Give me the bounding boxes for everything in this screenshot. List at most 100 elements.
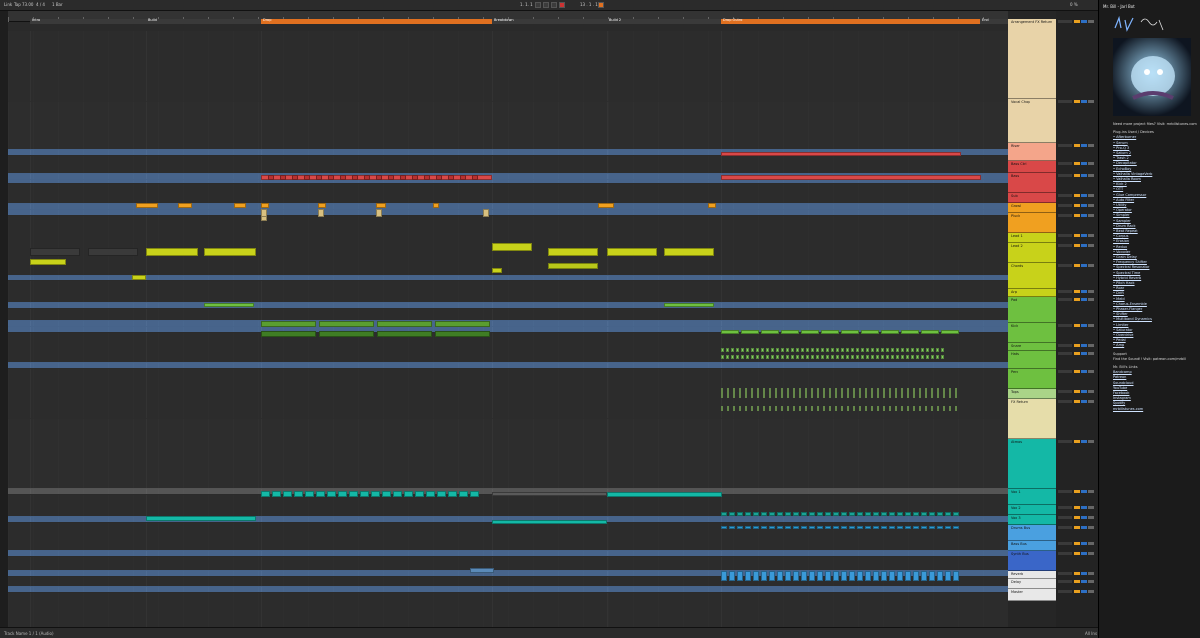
drumbus-clip[interactable] <box>857 526 863 529</box>
plugin-link[interactable]: • Serum <box>1113 141 1128 145</box>
track-lane[interactable] <box>8 101 1008 150</box>
solo-button[interactable] <box>1081 144 1087 147</box>
track-header[interactable]: Sub <box>1008 193 1056 203</box>
perc-clip[interactable] <box>937 406 939 411</box>
activator-button[interactable] <box>1074 390 1080 393</box>
arrangement-view[interactable] <box>8 31 1008 627</box>
vox-clip[interactable] <box>825 512 831 516</box>
kick-clip[interactable] <box>861 330 879 334</box>
plugin-link[interactable]: • Pitch Hack <box>1113 281 1135 285</box>
activator-button[interactable] <box>1074 264 1080 267</box>
plugin-link[interactable]: • Amp <box>1113 343 1124 347</box>
track-lane[interactable] <box>8 592 1008 627</box>
arm-button[interactable] <box>1088 590 1094 593</box>
plugin-link[interactable]: • Pedal <box>1113 338 1126 342</box>
track-header[interactable]: Reverb <box>1008 571 1056 579</box>
hat-clip[interactable] <box>836 355 839 359</box>
plugin-link[interactable]: • Afterburner <box>1113 135 1136 139</box>
perc-clip[interactable] <box>733 406 735 411</box>
perc-clip[interactable] <box>865 406 867 411</box>
kick-clip[interactable] <box>881 330 899 334</box>
activator-button[interactable] <box>1074 298 1080 301</box>
hat-clip[interactable] <box>866 355 869 359</box>
synthbus-clip[interactable] <box>721 571 727 581</box>
social-link[interactable]: Patreon <box>1113 375 1126 379</box>
track-header[interactable]: Hats <box>1008 351 1056 369</box>
activator-button[interactable] <box>1074 572 1080 575</box>
hat-clip[interactable] <box>931 355 934 359</box>
volume-field[interactable] <box>1058 324 1072 327</box>
kick-clip[interactable] <box>781 330 799 334</box>
drumbus-clip[interactable] <box>873 526 879 529</box>
kick-clip[interactable] <box>435 321 490 327</box>
hat-clip[interactable] <box>876 355 879 359</box>
snare-clip[interactable] <box>377 331 432 337</box>
track-lane[interactable] <box>8 183 1008 204</box>
hat-clip[interactable] <box>791 355 794 359</box>
activator-button[interactable] <box>1074 244 1080 247</box>
bass-note-clip[interactable] <box>472 175 478 180</box>
perc-clip[interactable] <box>799 406 801 411</box>
hat-clip[interactable] <box>756 348 759 352</box>
pad-clip[interactable] <box>204 303 254 307</box>
track-lane[interactable] <box>8 280 1008 303</box>
plugin-link[interactable]: • Decapitator <box>1113 161 1137 165</box>
synthbus-clip[interactable] <box>841 571 847 581</box>
arm-button[interactable] <box>1088 20 1094 23</box>
solo-button[interactable] <box>1081 352 1087 355</box>
arm-button[interactable] <box>1088 290 1094 293</box>
plugin-link[interactable]: • Meld <box>1113 297 1125 301</box>
solo-button[interactable] <box>1081 162 1087 165</box>
perc-clip[interactable] <box>781 388 783 398</box>
track-header[interactable]: Snare <box>1008 343 1056 351</box>
track-header[interactable]: Synth Bus <box>1008 551 1056 571</box>
hat-clip[interactable] <box>871 355 874 359</box>
plugin-link[interactable]: • Beat Repeat <box>1113 229 1138 233</box>
perc-clip[interactable] <box>721 388 723 398</box>
pluck-clip[interactable] <box>376 209 382 217</box>
track-header[interactable]: Pluck <box>1008 213 1056 233</box>
volume-field[interactable] <box>1058 204 1072 207</box>
follow-icon[interactable] <box>535 2 541 8</box>
volume-field[interactable] <box>1058 590 1072 593</box>
activator-button[interactable] <box>1074 552 1080 555</box>
activator-button[interactable] <box>1074 234 1080 237</box>
synthbus-clip[interactable] <box>785 571 791 581</box>
arm-button[interactable] <box>1088 516 1094 519</box>
hat-clip[interactable] <box>831 348 834 352</box>
perc-clip[interactable] <box>739 406 741 411</box>
perc-clip[interactable] <box>763 388 765 398</box>
kick-clip[interactable] <box>721 330 739 334</box>
arm-button[interactable] <box>1088 400 1094 403</box>
perc-clip[interactable] <box>901 388 903 398</box>
vox-clip[interactable] <box>769 512 775 516</box>
perc-clip[interactable] <box>925 406 927 411</box>
hat-clip[interactable] <box>921 348 924 352</box>
vox-clip[interactable] <box>937 512 943 516</box>
arm-button[interactable] <box>1088 264 1094 267</box>
hat-clip[interactable] <box>791 348 794 352</box>
plugin-link[interactable]: • Sampler <box>1113 219 1131 223</box>
track-header[interactable]: Bass Ctrl <box>1008 161 1056 173</box>
drumbus-clip[interactable] <box>753 526 759 529</box>
perc-clip[interactable] <box>949 406 951 411</box>
arm-button[interactable] <box>1088 194 1094 197</box>
vox-clip[interactable] <box>817 512 823 516</box>
solo-button[interactable] <box>1081 390 1087 393</box>
hat-clip[interactable] <box>931 348 934 352</box>
activator-button[interactable] <box>1074 290 1080 293</box>
volume-field[interactable] <box>1058 100 1072 103</box>
track-lane[interactable] <box>8 368 1008 419</box>
plugin-link[interactable]: • Grain Delay <box>1113 255 1137 259</box>
track-header[interactable]: Vox 3 <box>1008 515 1056 525</box>
kick-clip[interactable] <box>801 330 819 334</box>
track-header[interactable]: Pad <box>1008 297 1056 323</box>
plugin-link[interactable]: • Erosion <box>1113 239 1129 243</box>
drumbus-clip[interactable] <box>865 526 871 529</box>
perc-clip[interactable] <box>793 388 795 398</box>
drumbus-clip[interactable] <box>769 526 775 529</box>
hat-clip[interactable] <box>941 355 944 359</box>
perc-clip[interactable] <box>913 406 915 411</box>
vox-clip[interactable] <box>426 491 435 497</box>
volume-field[interactable] <box>1058 506 1072 509</box>
